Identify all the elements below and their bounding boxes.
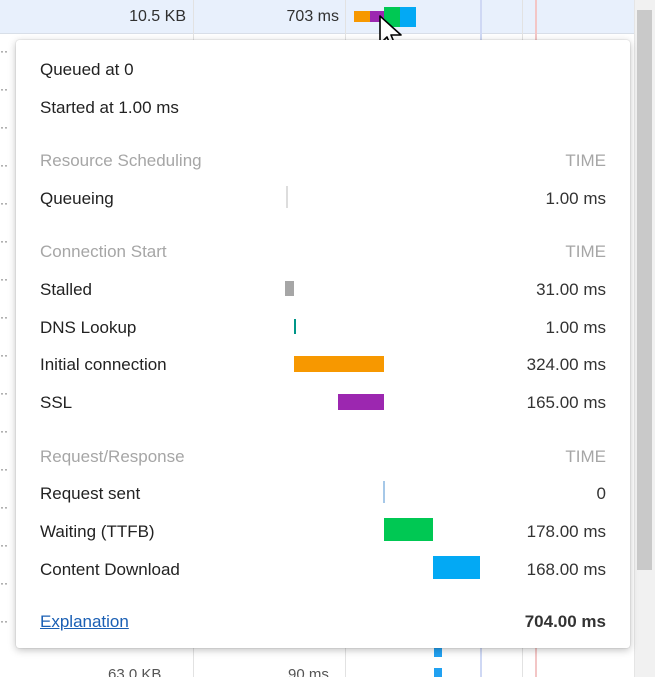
- timing-label: Content Download: [40, 560, 180, 579]
- section-time-header: TIME: [565, 151, 606, 170]
- truncation-dots: ··: [0, 196, 8, 210]
- timing-bar-initial-connection: [294, 356, 384, 372]
- truncation-dots: ··: [0, 462, 8, 476]
- timing-row-stalled: Stalled 31.00 ms: [40, 280, 606, 302]
- section-header-resource-scheduling: Resource Scheduling TIME: [40, 151, 606, 171]
- truncation-dots: ··: [0, 310, 8, 324]
- timing-value: 1.00 ms: [545, 318, 606, 337]
- truncation-dots: ··: [0, 234, 8, 248]
- timing-row-queueing: Queueing 1.00 ms: [40, 189, 606, 211]
- section-time-header: TIME: [565, 242, 606, 261]
- timing-row-waiting-ttfb: Waiting (TTFB) 178.00 ms: [40, 522, 606, 544]
- timing-row-dns-lookup: DNS Lookup 1.00 ms: [40, 318, 606, 340]
- timing-label: SSL: [40, 393, 73, 412]
- timing-row-content-download: Content Download 168.00 ms: [40, 560, 606, 582]
- timing-label: Request sent: [40, 484, 141, 503]
- timing-value: 168.00 ms: [526, 560, 606, 579]
- truncation-dots: ··: [0, 424, 8, 438]
- timing-row-request-sent: Request sent 0: [40, 484, 606, 506]
- timing-label: Stalled: [40, 280, 92, 299]
- started-at-text: Started at 1.00 ms: [40, 98, 179, 117]
- row-time-cell: 703 ms: [286, 8, 339, 25]
- section-title: Resource Scheduling: [40, 151, 202, 170]
- timing-bar-queueing: [286, 186, 288, 208]
- truncation-dots: ··: [0, 272, 8, 286]
- total-time: 704.00 ms: [524, 612, 606, 631]
- timing-label: Queueing: [40, 189, 114, 208]
- timing-value: 0: [596, 484, 606, 503]
- timing-value: 31.00 ms: [536, 280, 606, 299]
- waterfall-connection-segment: [354, 11, 370, 22]
- table-row[interactable]: 63.0 KB 90 ms: [18, 662, 634, 677]
- timing-bar-dns-lookup: [294, 319, 296, 334]
- timing-bar-content-download: [433, 556, 480, 579]
- explanation-link[interactable]: Explanation: [40, 612, 129, 632]
- timing-bar-request-sent: [383, 481, 385, 503]
- truncation-dots: ··: [0, 386, 8, 400]
- timing-value: 178.00 ms: [526, 522, 606, 541]
- row-time-cell: 90 ms: [288, 666, 329, 677]
- section-title: Connection Start: [40, 242, 167, 261]
- truncation-dots: ··: [0, 158, 8, 172]
- waterfall-download-segment: [434, 648, 442, 657]
- timing-bar-waiting-ttfb: [384, 518, 433, 541]
- waterfall-download-segment: [434, 668, 442, 677]
- timing-value: 324.00 ms: [526, 355, 606, 374]
- queued-at-text: Queued at 0: [40, 60, 134, 79]
- truncation-dots: ··: [0, 576, 8, 590]
- section-time-header: TIME: [565, 447, 606, 466]
- timing-row-ssl: SSL 165.00 ms: [40, 393, 606, 415]
- truncation-dots: ··: [0, 82, 8, 96]
- truncation-dots: ··: [0, 120, 8, 134]
- timing-label: Initial connection: [40, 355, 167, 374]
- timing-label: Waiting (TTFB): [40, 522, 155, 541]
- truncation-dots: ··: [0, 614, 8, 628]
- row-size-cell: 63.0 KB: [108, 666, 162, 677]
- truncation-dots: ··: [0, 538, 8, 552]
- section-header-request-response: Request/Response TIME: [40, 447, 606, 467]
- row-size-cell: 10.5 KB: [129, 8, 186, 25]
- truncation-dots: ··: [0, 500, 8, 514]
- scrollbar-thumb[interactable]: [637, 10, 652, 570]
- timing-value: 1.00 ms: [545, 189, 606, 208]
- timing-value: 165.00 ms: [526, 393, 606, 412]
- timing-bar-stalled: [285, 281, 294, 296]
- timing-bar-ssl: [338, 394, 384, 410]
- section-title: Request/Response: [40, 447, 185, 466]
- timing-label: DNS Lookup: [40, 318, 137, 337]
- truncation-dots: ··: [0, 44, 8, 58]
- timing-popup: Queued at 0 Started at 1.00 ms Resource …: [16, 40, 630, 648]
- section-header-connection-start: Connection Start TIME: [40, 242, 606, 262]
- truncation-dots: ··: [0, 348, 8, 362]
